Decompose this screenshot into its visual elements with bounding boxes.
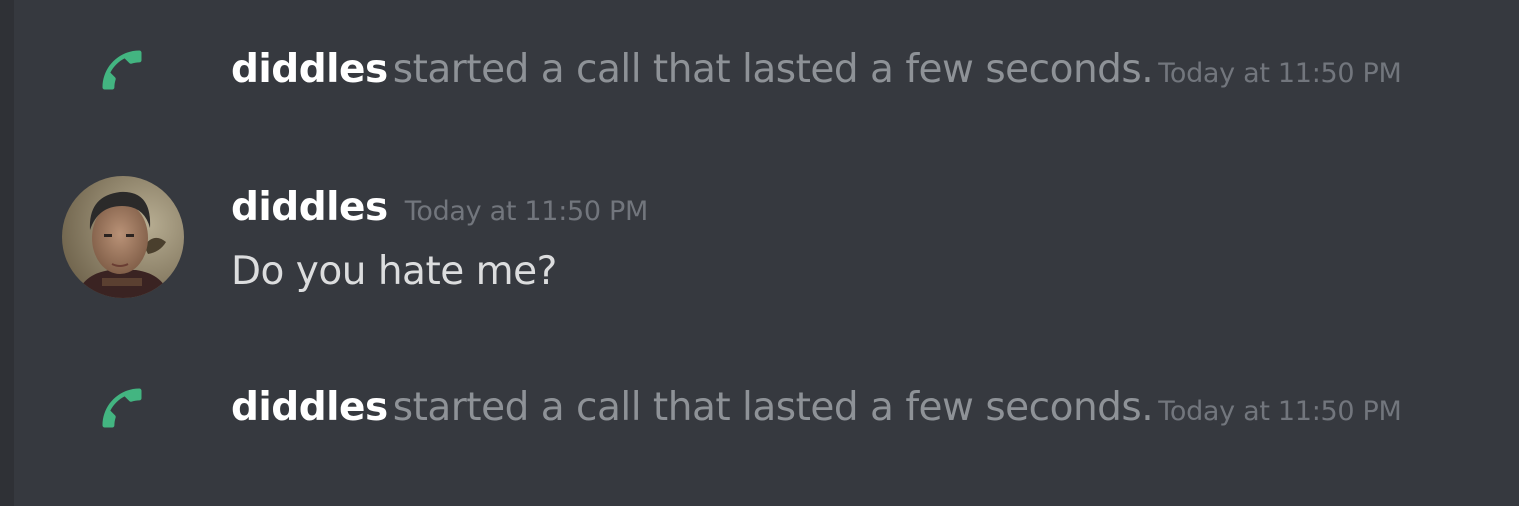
call-system-message: diddles started a call that lasted a few… — [14, 0, 1519, 140]
timestamp[interactable]: Today at 11:50 PM — [405, 196, 649, 227]
timestamp[interactable]: Today at 11:50 PM — [1158, 396, 1402, 427]
call-line: diddles started a call that lasted a few… — [231, 50, 1402, 89]
message-header: diddles Today at 11:50 PM — [231, 188, 648, 227]
author-name[interactable]: diddles — [231, 385, 388, 430]
call-description: started a call that lasted a few seconds… — [392, 47, 1154, 92]
chat-message: diddles Today at 11:50 PM Do you hate me… — [14, 160, 1519, 310]
message-content: Do you hate me? — [231, 249, 557, 294]
chat-messages: diddles started a call that lasted a few… — [14, 0, 1519, 506]
timestamp[interactable]: Today at 11:50 PM — [1158, 58, 1402, 89]
author-name[interactable]: diddles — [231, 47, 388, 92]
author-name[interactable]: diddles — [231, 185, 388, 230]
call-system-message: diddles started a call that lasted a few… — [14, 338, 1519, 478]
call-line: diddles started a call that lasted a few… — [231, 388, 1402, 427]
left-edge-divider — [0, 0, 14, 506]
avatar[interactable] — [62, 176, 184, 298]
avatar-icon — [62, 176, 184, 298]
phone-icon — [102, 50, 142, 90]
call-description: started a call that lasted a few seconds… — [392, 385, 1154, 430]
phone-icon — [102, 388, 142, 428]
